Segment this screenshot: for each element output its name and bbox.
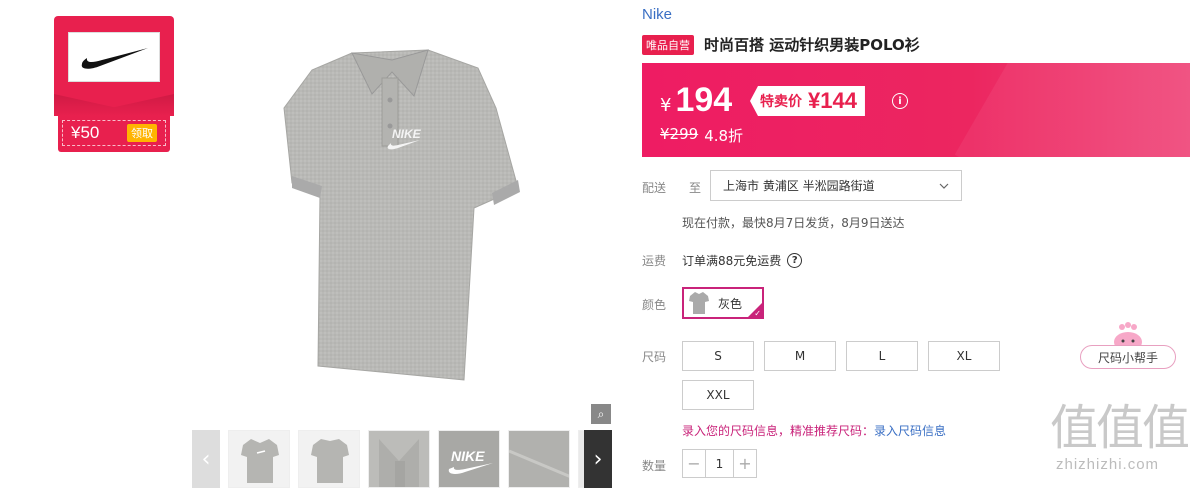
- freight-label: 运费: [642, 254, 667, 268]
- color-option-label: 灰色: [718, 296, 743, 311]
- size-helper[interactable]: 尺码小帮手: [1080, 322, 1190, 372]
- svg-text:NIKE: NIKE: [392, 127, 422, 141]
- nike-swoosh-icon: [81, 48, 148, 69]
- color-swatch-thumbnail: [689, 292, 709, 314]
- magnifier-icon[interactable]: ⌕: [591, 404, 611, 424]
- quantity-stepper[interactable]: − 1 +: [682, 449, 757, 478]
- coupon-amount: ¥50: [71, 123, 100, 142]
- address-select[interactable]: 上海市 黄浦区 半淞园路街道: [710, 170, 962, 201]
- delivery-to-label: 至: [689, 181, 702, 195]
- delivery-estimate: 现在付款，最快8月7日发货，8月9日送达: [682, 216, 905, 230]
- thumbnail-collar[interactable]: [368, 430, 430, 488]
- freight-text: 订单满88元免运费: [682, 254, 782, 268]
- watermark-site: zhizhizhi.com: [1056, 456, 1160, 473]
- brand-link[interactable]: Nike: [642, 6, 672, 23]
- chevron-down-icon: [939, 183, 949, 189]
- discount-rate: 4.8折: [704, 127, 744, 145]
- info-icon[interactable]: i: [892, 93, 908, 109]
- thumbnail-strip: ‹ NIKE ›: [192, 430, 612, 488]
- size-option-xl[interactable]: XL: [928, 341, 1000, 371]
- size-label: 尺码: [642, 350, 667, 364]
- help-icon[interactable]: ?: [787, 253, 803, 268]
- delivery-label: 配送: [642, 181, 667, 195]
- self-operated-badge: 唯品自营: [642, 34, 694, 55]
- size-info-text: 录入您的尺码信息，精准推荐尺码：: [682, 424, 875, 438]
- color-option-selected[interactable]: 灰色 ✓: [682, 287, 764, 319]
- freight-info: 订单满88元免运费 ?: [682, 252, 803, 269]
- current-price: ¥ 194: [660, 81, 733, 119]
- special-price-tag: 特卖价 ¥144: [750, 86, 865, 116]
- watermark-glyphs: 值值值: [1050, 400, 1190, 456]
- quantity-label: 数量: [642, 459, 667, 473]
- claim-coupon-button[interactable]: 领取: [127, 124, 157, 142]
- color-label: 颜色: [642, 298, 667, 312]
- coupon-footer: ¥50 领取: [58, 116, 170, 152]
- check-icon: ✓: [754, 309, 761, 318]
- size-info-row: 录入您的尺码信息，精准推荐尺码：录入尺码信息: [682, 422, 946, 439]
- size-option-l[interactable]: L: [846, 341, 918, 371]
- thumbnail-logo[interactable]: NIKE: [438, 430, 500, 488]
- polo-shirt-image: NIKE: [283, 49, 520, 381]
- size-info-link[interactable]: 录入尺码信息: [874, 424, 946, 438]
- title-row: 唯品自营 时尚百搭 运动针织男装POLO衫: [642, 34, 920, 55]
- original-price: ¥299: [660, 125, 699, 143]
- chevron-right-icon[interactable]: ›: [584, 430, 612, 488]
- quantity-value[interactable]: 1: [705, 450, 734, 477]
- size-option-m[interactable]: M: [764, 341, 836, 371]
- chevron-left-icon[interactable]: ‹: [192, 430, 220, 488]
- product-title: 时尚百搭 运动针织男装POLO衫: [704, 36, 920, 54]
- thumbnail-fabric[interactable]: [508, 430, 570, 488]
- size-option-s[interactable]: S: [682, 341, 754, 371]
- thumbnail-front[interactable]: [228, 430, 290, 488]
- plus-icon[interactable]: +: [734, 450, 756, 477]
- thumbnail-back[interactable]: [298, 430, 360, 488]
- address-value: 上海市 黄浦区 半淞园路街道: [723, 179, 875, 193]
- special-price-label: 特卖价: [760, 94, 802, 110]
- original-price-row: ¥299 4.8折: [660, 125, 743, 146]
- site-watermark: 值值值 zhizhizhi.com: [1050, 402, 1200, 488]
- brand-logo: [68, 32, 160, 82]
- svg-text:NIKE: NIKE: [451, 448, 485, 464]
- main-product-image[interactable]: NIKE: [192, 8, 612, 426]
- minus-icon[interactable]: −: [683, 450, 705, 477]
- coupon-card[interactable]: ¥50 领取: [54, 16, 174, 154]
- size-option-xxl[interactable]: XXL: [682, 380, 754, 410]
- size-helper-button[interactable]: 尺码小帮手: [1080, 345, 1176, 369]
- special-price-value: ¥144: [808, 88, 857, 113]
- price-panel: ¥ 194 特卖价 ¥144 i ¥299 4.8折: [642, 63, 1190, 157]
